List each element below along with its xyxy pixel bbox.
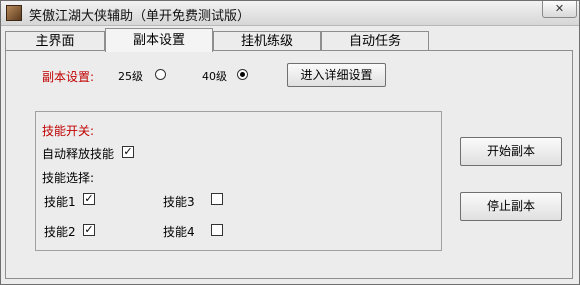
skill-3-checkbox[interactable]: [211, 193, 223, 205]
stop-dungeon-button[interactable]: 停止副本: [460, 192, 562, 221]
skill-1-checkbox[interactable]: ✓: [83, 193, 95, 205]
skill-select-label: 技能选择:: [42, 171, 95, 185]
dungeon-setting-label: 副本设置:: [42, 70, 95, 84]
app-window: 笑傲江湖大侠辅助（单开免费测试版） ✕ 主界面 副本设置 挂机练级 自动任务 副…: [0, 0, 580, 285]
skills-group: [35, 111, 442, 251]
detail-settings-button[interactable]: 进入详细设置: [287, 63, 386, 87]
skill-4-checkbox[interactable]: [211, 224, 223, 236]
auto-release-checkbox[interactable]: ✓: [122, 146, 134, 158]
level-25-radio[interactable]: [155, 69, 166, 80]
tab-auto-leveling[interactable]: 挂机练级: [213, 31, 321, 51]
app-icon: [6, 5, 22, 21]
close-icon: ✕: [554, 2, 565, 15]
tab-auto-quest[interactable]: 自动任务: [321, 31, 429, 51]
title-bar[interactable]: 笑傲江湖大侠辅助（单开免费测试版） ✕: [1, 1, 579, 26]
tab-dungeon-settings[interactable]: 副本设置: [105, 28, 213, 52]
skill-switch-label: 技能开关:: [42, 124, 95, 138]
skill-3-label: 技能3: [163, 195, 195, 209]
start-dungeon-button[interactable]: 开始副本: [460, 137, 562, 166]
auto-release-label: 自动释放技能: [42, 147, 115, 161]
window-title: 笑傲江湖大侠辅助（单开免费测试版）: [29, 9, 251, 24]
tab-main[interactable]: 主界面: [5, 31, 105, 51]
skill-4-label: 技能4: [163, 225, 195, 239]
skill-1-label: 技能1: [44, 195, 76, 209]
close-button[interactable]: ✕: [542, 1, 577, 18]
tab-bar: 主界面 副本设置 挂机练级 自动任务: [5, 28, 575, 52]
skill-2-label: 技能2: [44, 225, 76, 239]
skill-2-checkbox[interactable]: ✓: [83, 224, 95, 236]
level-25-label: 25级: [118, 70, 143, 83]
level-40-radio[interactable]: [237, 69, 248, 80]
level-40-label: 40级: [202, 70, 227, 83]
